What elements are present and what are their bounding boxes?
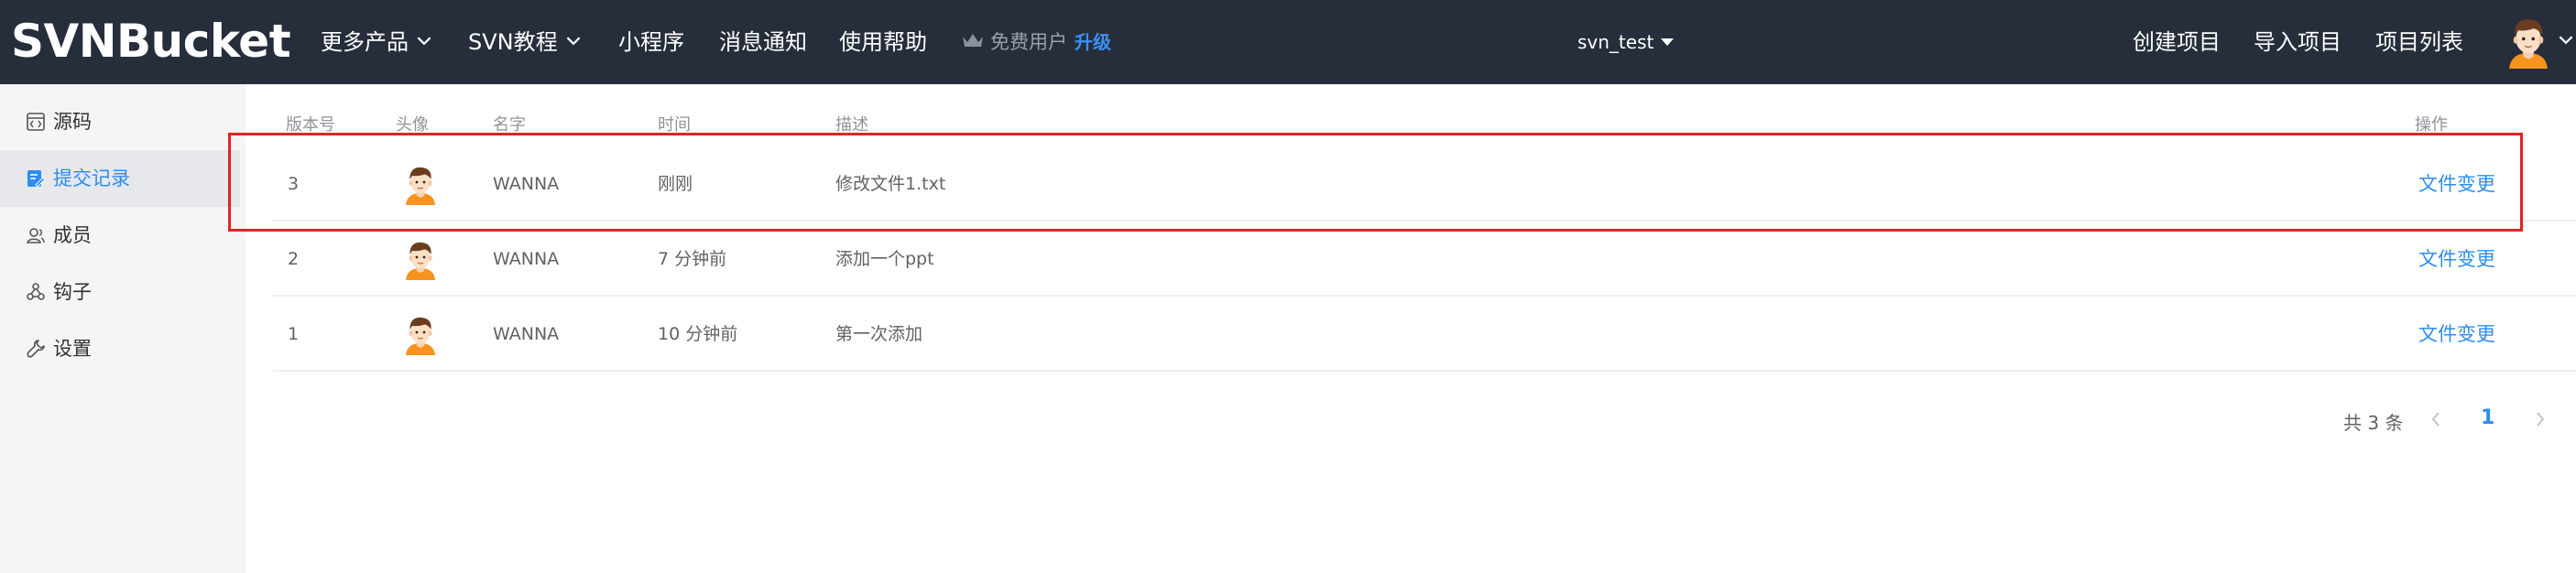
description-cell: 添加一个ppt [835, 249, 934, 269]
nav-help[interactable]: 使用帮助 [839, 0, 927, 84]
table-row: 2 WANNA 7 分钟前 添加一个ppt 文件变更 [273, 222, 2576, 297]
sidebar-item-label: 成员 [53, 224, 92, 246]
sidebar-item-label: 设置 [53, 338, 92, 360]
revision-cell: 2 [288, 249, 300, 269]
sidebar-item-label: 源码 [53, 111, 92, 133]
sidebar-item-settings[interactable]: 设置 [0, 320, 240, 377]
description-cell: 第一次添加 [835, 324, 923, 344]
nav-mini-program[interactable]: 小程序 [618, 0, 684, 84]
sidebar-item-hooks[interactable]: 钩子 [0, 264, 240, 320]
chevron-down-icon [565, 36, 582, 46]
row-highlight-box [228, 133, 2523, 232]
caret-down-icon [1661, 38, 1675, 46]
repo-name: svn_test [1577, 31, 1654, 53]
sidebar: 源码 提交记录 成员 钩子 设置 [0, 84, 246, 573]
webhook-icon [27, 283, 45, 300]
revision-cell: 1 [288, 324, 300, 344]
sidebar-item-label: 提交记录 [53, 168, 130, 189]
name-cell: WANNA [493, 249, 560, 269]
pagination-total: 共 3 条 [2343, 412, 2404, 434]
chevron-down-icon[interactable] [2558, 35, 2574, 45]
table-row: 1 WANNA 10 分钟前 第一次添加 文件变更 [273, 297, 2576, 372]
nav-label: 更多产品 [321, 29, 409, 55]
time-cell: 10 分钟前 [658, 324, 738, 344]
chevron-down-icon [416, 36, 432, 46]
committer-avatar [399, 238, 442, 280]
user-avatar[interactable] [2501, 14, 2556, 69]
nav-notifications[interactable]: 消息通知 [719, 0, 807, 84]
crown-icon [963, 34, 983, 47]
pagination-page[interactable]: 1 [2481, 406, 2494, 429]
time-cell: 7 分钟前 [658, 249, 727, 269]
file-changes-link[interactable]: 文件变更 [2418, 297, 2495, 372]
import-project-link[interactable]: 导入项目 [2254, 0, 2341, 84]
create-project-link[interactable]: 创建项目 [2133, 0, 2221, 84]
wrench-icon [27, 340, 45, 358]
commit-log-icon [27, 170, 46, 188]
code-icon [27, 113, 45, 131]
committer-avatar [399, 313, 442, 355]
nav-more-products[interactable]: 更多产品 [321, 0, 432, 84]
sidebar-item-label: 钩子 [53, 281, 92, 303]
upgrade-link[interactable]: 升级 [1075, 31, 1111, 53]
logo[interactable]: SVNBucket [11, 9, 291, 73]
repo-selector[interactable]: svn_test [1577, 0, 1675, 84]
sidebar-item-commits[interactable]: 提交记录 [0, 150, 240, 207]
chevron-left-icon[interactable] [2429, 410, 2442, 428]
account-type-label: 免费用户 [990, 31, 1067, 53]
nav-label: SVN教程 [468, 29, 558, 55]
file-changes-link[interactable]: 文件变更 [2418, 222, 2495, 297]
sidebar-item-members[interactable]: 成员 [0, 207, 240, 264]
chevron-right-icon[interactable] [2534, 410, 2547, 428]
members-icon [27, 228, 45, 243]
project-list-link[interactable]: 项目列表 [2375, 0, 2463, 84]
top-navbar: SVNBucket 更多产品 SVN教程 小程序 消息通知 使用帮助 免费用户升… [0, 0, 2576, 84]
sidebar-item-source[interactable]: 源码 [0, 93, 240, 150]
nav-svn-tutorial[interactable]: SVN教程 [468, 0, 582, 84]
account-type: 免费用户 升级 [961, 0, 1111, 84]
name-cell: WANNA [493, 324, 560, 344]
